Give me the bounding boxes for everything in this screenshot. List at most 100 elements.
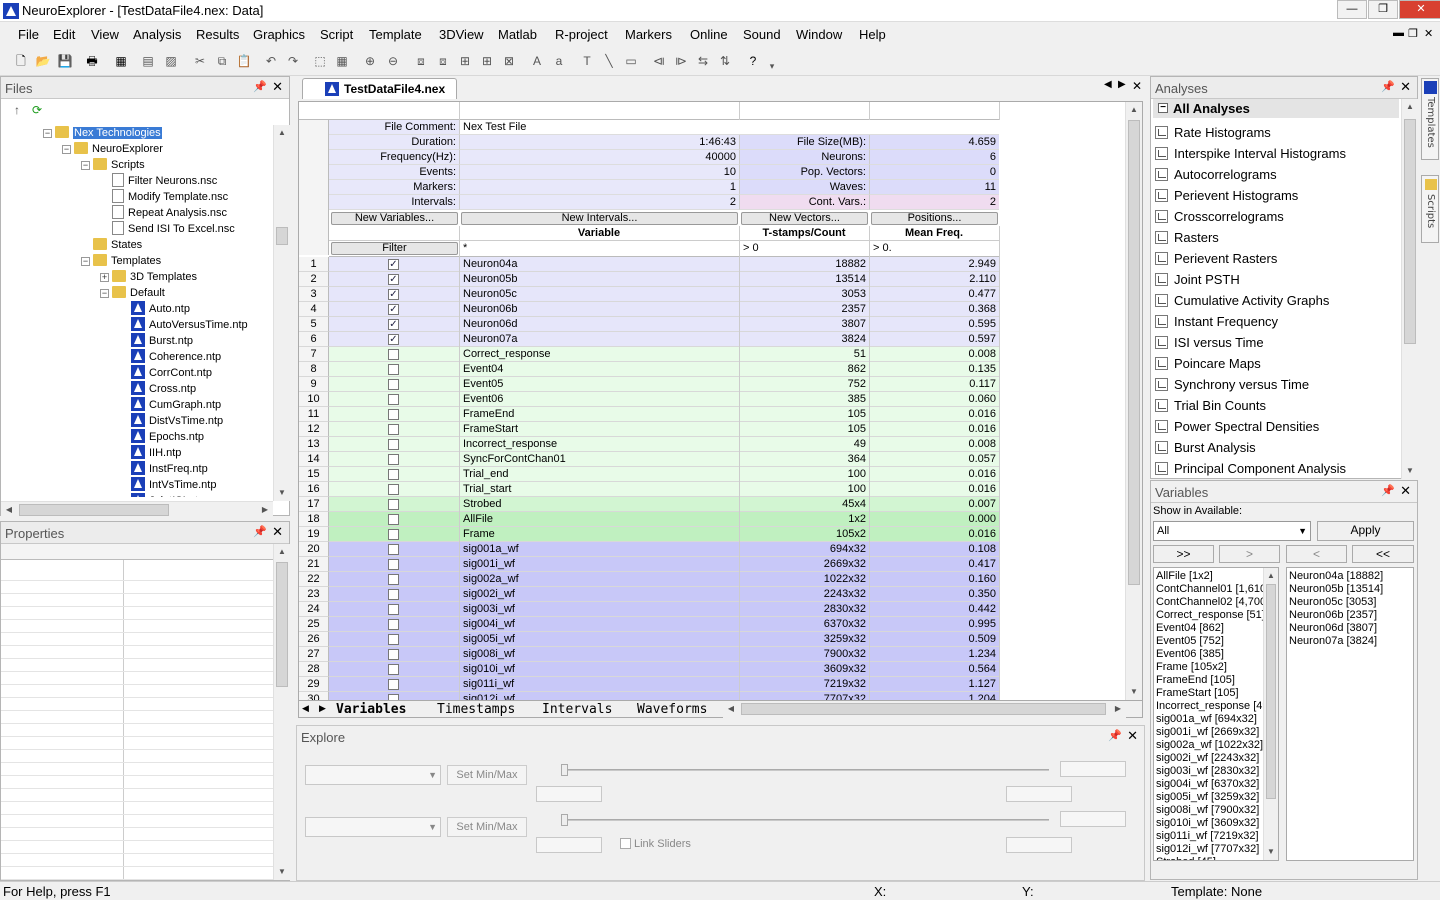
refresh-icon[interactable]: ⟳ xyxy=(29,102,45,118)
explore-max-box-1[interactable] xyxy=(1060,761,1126,777)
available-variable-item[interactable]: sig002a_wf [1022x32] xyxy=(1154,739,1278,752)
filter-button[interactable]: Filter xyxy=(331,242,458,255)
show-available-select[interactable]: All ▼ xyxy=(1153,521,1311,541)
row-number[interactable]: 22 xyxy=(299,572,329,587)
distribute-icon[interactable]: ⇅ xyxy=(717,53,733,69)
available-variable-item[interactable]: FrameEnd [105] xyxy=(1154,674,1278,687)
set-minmax-button-1[interactable]: Set Min/Max xyxy=(447,765,527,785)
row-number[interactable]: 2 xyxy=(299,272,329,287)
available-variable-item[interactable]: AllFile [1x2] xyxy=(1154,570,1278,583)
row-number[interactable]: 9 xyxy=(299,377,329,392)
row-checkbox[interactable] xyxy=(388,454,399,465)
scroll-up-icon[interactable]: ▲ xyxy=(1264,568,1278,584)
property-row[interactable] xyxy=(1,841,273,854)
tree-node[interactable]: Send ISI To Excel.nsc xyxy=(100,221,235,237)
analysis-item[interactable]: Cumulative Activity Graphs xyxy=(1155,293,1329,314)
filter-count-input[interactable]: > 0 xyxy=(740,241,868,256)
property-row[interactable] xyxy=(1,685,273,698)
available-variable-item[interactable]: sig003i_wf [2830x32] xyxy=(1154,765,1278,778)
open-folder-icon[interactable]: 📂 xyxy=(35,53,51,69)
files-hscrollbar[interactable]: ◀ ▶ xyxy=(1,501,273,518)
tree-node[interactable]: − Templates xyxy=(81,253,161,269)
row-checkbox[interactable] xyxy=(388,484,399,495)
tree-node[interactable]: Cross.ntp xyxy=(119,381,196,397)
print-icon[interactable]: 🖶 xyxy=(84,53,100,69)
available-variable-item[interactable]: Event04 [862] xyxy=(1154,622,1278,635)
tree-node[interactable]: Auto.ntp xyxy=(119,301,190,317)
menu-graphics[interactable]: Graphics xyxy=(253,27,305,42)
tree-node[interactable]: − Nex Technologies xyxy=(43,125,162,141)
filter-freq-input[interactable]: > 0. xyxy=(870,241,998,256)
menu-template[interactable]: Template xyxy=(369,27,422,42)
align-right-icon[interactable]: ⇆ xyxy=(695,53,711,69)
text-tool-icon[interactable]: T xyxy=(579,53,595,69)
selected-variable-item[interactable]: Neuron07a [3824] xyxy=(1287,635,1413,648)
available-variable-item[interactable]: sig012i_wf [7707x32] xyxy=(1154,843,1278,856)
row-number[interactable]: 7 xyxy=(299,347,329,362)
row-checkbox[interactable] xyxy=(388,634,399,645)
row-checkbox[interactable]: ✓ xyxy=(388,334,399,345)
analysis-item[interactable]: Instant Frequency xyxy=(1155,314,1278,335)
row-checkbox[interactable] xyxy=(388,409,399,420)
tree-node[interactable]: DistVsTime.ntp xyxy=(119,413,223,429)
available-vscrollbar[interactable]: ▲ ▼ xyxy=(1263,568,1278,860)
explore-min-box-2[interactable] xyxy=(536,837,602,853)
row-number[interactable]: 24 xyxy=(299,602,329,617)
available-variable-item[interactable]: FrameStart [105] xyxy=(1154,687,1278,700)
analysis-item[interactable]: Perievent Histograms xyxy=(1155,188,1298,209)
analysis-item[interactable]: Poincare Maps xyxy=(1155,356,1261,377)
menu-r-project[interactable]: R-project xyxy=(555,27,608,42)
property-row[interactable] xyxy=(1,750,273,763)
row-checkbox[interactable] xyxy=(388,619,399,630)
scroll-thumb[interactable] xyxy=(1128,120,1140,585)
grid-view-icon[interactable]: ▦ xyxy=(113,53,129,69)
zoom-in-icon[interactable]: ⊕ xyxy=(362,53,378,69)
menu-edit[interactable]: Edit xyxy=(53,27,75,42)
property-row[interactable] xyxy=(1,672,273,685)
tree-node[interactable]: Repeat Analysis.nsc xyxy=(100,205,227,221)
document-close-icon[interactable]: ✕ xyxy=(1132,79,1142,93)
row-checkbox[interactable] xyxy=(388,469,399,480)
row-number[interactable]: 8 xyxy=(299,362,329,377)
tree-expander-icon[interactable]: − xyxy=(43,128,52,138)
scroll-down-icon[interactable]: ▼ xyxy=(1402,463,1418,479)
tree-node[interactable]: CumGraph.ntp xyxy=(119,397,221,413)
grid-hscrollbar[interactable]: ◀ ▶ xyxy=(723,701,1126,718)
explore-value-box-1[interactable] xyxy=(1006,786,1072,802)
files-vscrollbar[interactable]: ▲ ▼ xyxy=(273,125,290,501)
tree-node[interactable]: Modify Template.nsc xyxy=(100,189,228,205)
menu-analysis[interactable]: Analysis xyxy=(133,27,181,42)
minimize-button[interactable]: — xyxy=(1337,0,1367,19)
analysis-item[interactable]: Rasters xyxy=(1155,230,1219,251)
copy-icon[interactable]: ⧉ xyxy=(214,53,230,69)
explore-value-box-2[interactable] xyxy=(1006,837,1072,853)
scroll-up-icon[interactable]: ▲ xyxy=(274,544,290,560)
row-number[interactable]: 15 xyxy=(299,467,329,482)
row-number[interactable]: 1 xyxy=(299,257,329,272)
scroll-left-icon[interactable]: ◀ xyxy=(1,502,17,518)
row-number[interactable]: 20 xyxy=(299,542,329,557)
scroll-right-icon[interactable]: ▶ xyxy=(257,502,273,518)
slider-handle[interactable] xyxy=(561,814,568,826)
property-row[interactable] xyxy=(1,763,273,776)
tree-expander-icon[interactable]: − xyxy=(62,144,71,154)
analysis-item[interactable]: Rate Histograms xyxy=(1155,125,1271,146)
tree-expander-icon[interactable]: − xyxy=(81,160,90,170)
row-number[interactable]: 16 xyxy=(299,482,329,497)
analysis-item[interactable]: Power Spectral Densities xyxy=(1155,419,1319,440)
help-icon[interactable]: ? xyxy=(745,53,761,69)
property-row[interactable] xyxy=(1,646,273,659)
tree-expander-icon[interactable]: − xyxy=(100,288,109,298)
rectangle-tool-icon[interactable]: ▭ xyxy=(623,53,639,69)
menu-sound[interactable]: Sound xyxy=(743,27,781,42)
available-variable-item[interactable]: ContChannel01 [1,610 xyxy=(1154,583,1278,596)
available-variable-item[interactable]: Incorrect_response [49 xyxy=(1154,700,1278,713)
align-center-icon[interactable]: ⧐ xyxy=(673,53,689,69)
menu-help[interactable]: Help xyxy=(859,27,886,42)
explore-variable-dropdown-2[interactable]: ▼ xyxy=(305,817,441,837)
available-variable-item[interactable]: sig002i_wf [2243x32] xyxy=(1154,752,1278,765)
scroll-up-icon[interactable]: ▲ xyxy=(274,125,290,141)
pin-icon[interactable]: 📌 xyxy=(253,525,267,538)
tree-node[interactable]: − NeuroExplorer xyxy=(62,141,163,157)
row-checkbox[interactable] xyxy=(388,499,399,510)
